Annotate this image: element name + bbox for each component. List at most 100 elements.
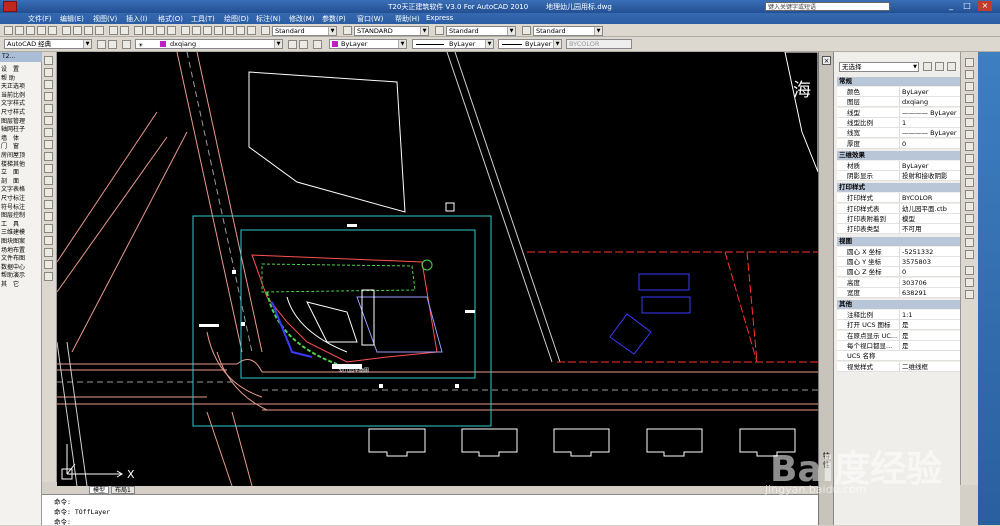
property-row[interactable]: 厚度 0 [837, 138, 960, 149]
draworder-front-icon[interactable] [965, 278, 974, 287]
undo-icon[interactable] [109, 26, 118, 35]
arc-icon[interactable] [44, 116, 53, 125]
line-icon[interactable] [44, 56, 53, 65]
command-window[interactable]: 命令: 命令: TOffLayer 命令: [42, 494, 818, 526]
menu-draw[interactable]: 绘图(D) [224, 14, 249, 24]
menu-edit[interactable]: 编辑(E) [60, 14, 84, 24]
property-value[interactable]: ———— ByLayer [899, 107, 959, 118]
spline-icon[interactable] [44, 152, 53, 161]
workspace-settings-icon[interactable] [97, 40, 106, 49]
stretch-icon[interactable] [965, 154, 974, 163]
offset-icon[interactable] [965, 94, 974, 103]
ellipse-arc-icon[interactable] [44, 176, 53, 185]
save-icon[interactable] [26, 26, 35, 35]
polyline-icon[interactable] [44, 80, 53, 89]
dim-style-icon[interactable] [343, 26, 352, 35]
region-icon[interactable] [44, 248, 53, 257]
draworder-icon[interactable] [965, 266, 974, 275]
property-value[interactable]: 是 [899, 341, 959, 351]
zoom-realtime-icon[interactable] [145, 26, 154, 35]
menu-window[interactable]: 窗口(W) [357, 14, 383, 24]
property-value[interactable]: ———— ByLayer [899, 128, 959, 139]
property-row[interactable]: 打印表附着到 模型 [837, 214, 960, 224]
extend-icon[interactable] [965, 178, 974, 187]
property-value[interactable]: 模型 [899, 214, 959, 224]
open-icon[interactable] [15, 26, 24, 35]
property-section-header[interactable]: 视图 [837, 236, 960, 246]
break-icon[interactable] [965, 202, 974, 211]
property-row[interactable]: 注释比例 1:1 [837, 310, 960, 321]
properties-icon[interactable] [181, 26, 190, 35]
property-value[interactable]: 0 [899, 138, 959, 149]
print-icon[interactable] [37, 26, 46, 35]
match-properties-icon[interactable] [95, 26, 104, 35]
property-row[interactable]: 视觉样式 二维线框 [837, 361, 960, 372]
minimize-button[interactable]: _ [944, 1, 958, 11]
mirror-icon[interactable] [965, 82, 974, 91]
menu-help[interactable]: 帮助(H) [395, 14, 420, 24]
copy-icon[interactable] [73, 26, 82, 35]
design-center-icon[interactable] [192, 26, 201, 35]
property-row[interactable]: 打印样式 BYCOLOR [837, 193, 960, 204]
mleader-style-icon[interactable] [522, 26, 531, 35]
explode-icon[interactable] [965, 250, 974, 259]
property-row[interactable]: 圆心 Y 坐标 3575803 [837, 256, 960, 267]
property-value[interactable]: dxqiang [899, 97, 959, 108]
layer-previous-icon[interactable] [299, 40, 308, 49]
close-icon[interactable]: × [822, 56, 831, 65]
menu-format[interactable]: 格式(O) [158, 14, 183, 24]
maximize-button[interactable]: □ [960, 1, 974, 11]
property-row[interactable]: 在原点显示 UC... 是 [837, 330, 960, 341]
property-row[interactable]: 线型 ———— ByLayer [837, 107, 960, 118]
property-value[interactable]: 投射和接收阴影 [899, 171, 959, 182]
cut-icon[interactable] [62, 26, 71, 35]
toggle-pickadd-icon[interactable] [923, 62, 932, 71]
circle-icon[interactable] [44, 128, 53, 137]
property-value[interactable]: 不可用 [899, 224, 959, 235]
point-icon[interactable] [44, 212, 53, 221]
layer-manager-icon[interactable] [122, 40, 131, 49]
menu-express[interactable]: Express [426, 14, 453, 22]
revcloud-icon[interactable] [44, 140, 53, 149]
property-section-header[interactable]: 常规 [837, 77, 960, 86]
property-row[interactable]: 线型比例 1 [837, 117, 960, 128]
tab-model[interactable]: 模型 [89, 486, 110, 494]
table-style-select[interactable]: Standard ▼ [446, 26, 516, 36]
menu-file[interactable]: 文件(F) [28, 14, 52, 24]
make-block-icon[interactable] [44, 200, 53, 209]
property-value[interactable]: BYCOLOR [899, 193, 959, 204]
property-value[interactable]: 1 [899, 117, 959, 128]
polygon-icon[interactable] [44, 92, 53, 101]
scale-icon[interactable] [965, 142, 974, 151]
zoom-window-icon[interactable] [156, 26, 165, 35]
property-value[interactable]: ByLayer [899, 160, 959, 171]
tab-layout1[interactable]: 布局1 [111, 486, 135, 494]
property-row[interactable]: 颜色 ByLayer [837, 87, 960, 97]
hatch-icon[interactable] [44, 224, 53, 233]
menu-tools[interactable]: 工具(T) [191, 14, 215, 24]
calculator-icon[interactable] [236, 26, 245, 35]
preview-icon[interactable] [48, 26, 57, 35]
menu-parametric[interactable]: 参数(P) [322, 14, 346, 24]
ellipse-icon[interactable] [44, 164, 53, 173]
construction-line-icon[interactable] [44, 68, 53, 77]
text-style-icon[interactable] [261, 26, 270, 35]
property-row[interactable]: 线宽 ———— ByLayer [837, 128, 960, 139]
property-row[interactable]: 阴影显示 投射和接收阴影 [837, 171, 960, 182]
menu-modify[interactable]: 修改(M) [289, 14, 315, 24]
property-row[interactable]: 高度 303706 [837, 277, 960, 288]
property-value[interactable]: ByLayer [899, 87, 959, 97]
property-row[interactable]: 打印表类型 不可用 [837, 224, 960, 235]
table-icon[interactable] [44, 260, 53, 269]
paste-icon[interactable] [84, 26, 93, 35]
property-value[interactable]: 是 [899, 330, 959, 341]
property-section-header[interactable]: 三维效果 [837, 150, 960, 160]
lineweight-select[interactable]: ByLayer ▼ [498, 39, 562, 49]
rotate-icon[interactable] [965, 130, 974, 139]
property-section-header[interactable]: 打印样式 [837, 183, 960, 193]
workspace-select[interactable]: AutoCAD 经典 ▼ [4, 39, 92, 49]
select-objects-icon[interactable] [935, 62, 944, 71]
property-value[interactable]: 幼儿园平面.ctb [899, 203, 959, 214]
property-row[interactable]: 圆心 X 坐标 -5251332 [837, 246, 960, 257]
property-value[interactable]: 二维线框 [899, 361, 959, 372]
